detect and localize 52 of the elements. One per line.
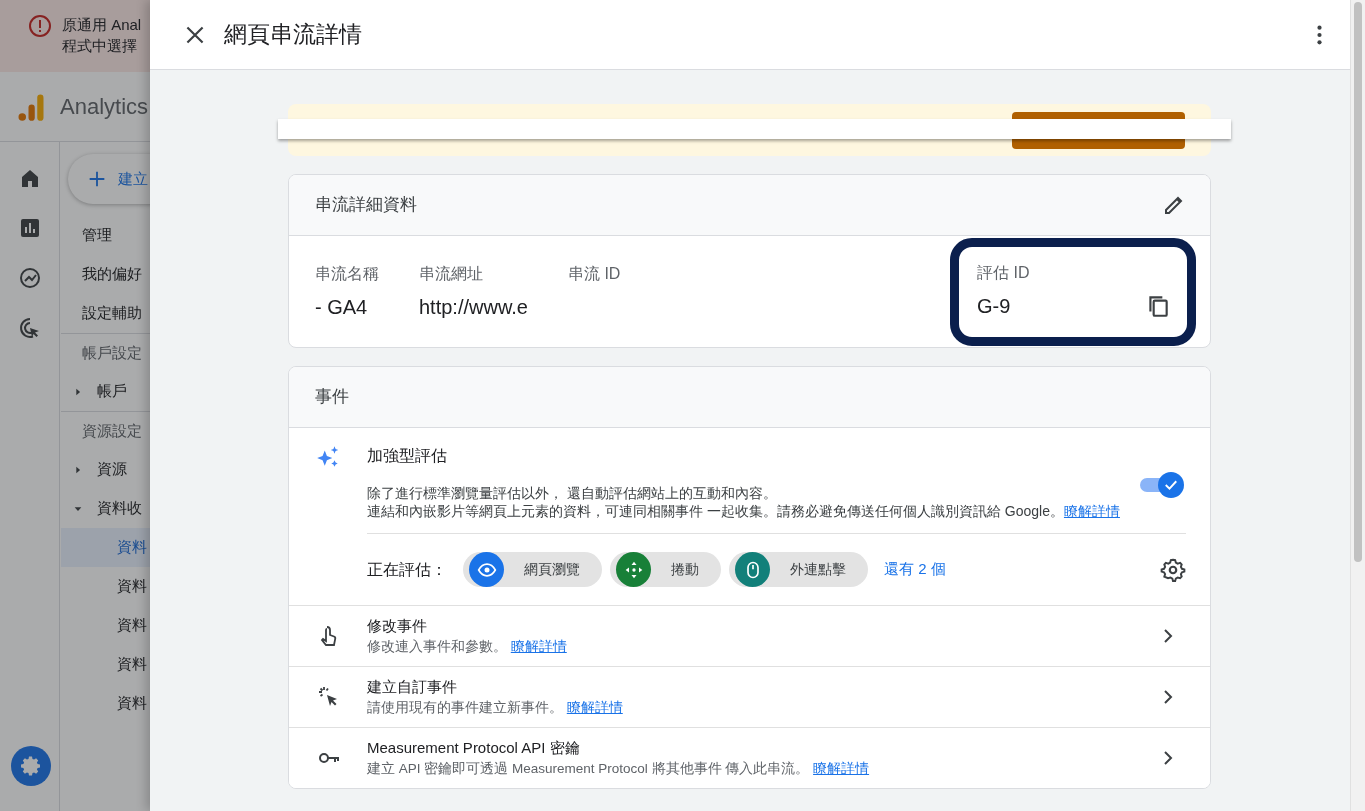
nav-item[interactable]: 資料收 — [97, 497, 142, 520]
learn-more-link[interactable]: 瞭解詳情 — [813, 761, 870, 777]
card-title: 串流詳細資料 — [315, 194, 418, 217]
measurement-chip[interactable]: 網頁瀏覽 — [463, 552, 602, 587]
measuring-label: 正在評估： — [367, 559, 447, 580]
row-description: 建立 API 密鑰即可透過 Measurement Protocol 將其他事件 傳入此串流。 瞭解詳情 — [367, 760, 871, 779]
row-title: 建立自訂事件 — [367, 676, 458, 697]
nav-item[interactable]: 我的偏好 — [82, 263, 142, 286]
nav-item[interactable]: 資料 — [117, 614, 147, 637]
field-value: http://www.e — [419, 294, 528, 320]
field-label: 串流名稱 — [315, 263, 379, 284]
nav-item[interactable]: 管理 — [82, 224, 112, 247]
field-value: - GA4 — [315, 294, 368, 320]
nav-item[interactable]: 設定輔助 — [82, 302, 142, 325]
card-title: 事件 — [315, 386, 349, 409]
nav-item[interactable]: 資料 — [117, 653, 147, 676]
toggle-switch[interactable] — [1140, 472, 1184, 498]
learn-more-link[interactable]: 瞭解詳情 — [1063, 503, 1120, 519]
error-icon — [28, 14, 52, 38]
more-icon — [1317, 25, 1322, 46]
alert-text: 原通用 Anal 程式中選擇 — [62, 15, 142, 56]
row-description: 請使用現有的事件建立新事件。 瞭解詳情 — [367, 699, 624, 718]
measurement-chip[interactable]: 捲動 — [610, 552, 721, 587]
field-label: 串流網址 — [419, 263, 484, 284]
learn-more-link[interactable]: 瞭解詳情 — [510, 639, 567, 655]
measurement-chip[interactable]: 外連點擊 — [729, 552, 868, 587]
row-title: 修改事件 — [367, 615, 428, 636]
section-title: 加強型評估 — [367, 446, 448, 466]
row-title: Measurement Protocol API 密鑰 — [367, 737, 581, 758]
settings-button[interactable] — [1160, 556, 1186, 583]
section-label: 資源設定 — [82, 420, 142, 441]
section-label: 帳戶設定 — [82, 342, 142, 363]
move-arrows-icon — [623, 559, 644, 580]
row-description: 修改連入事件和參數。 瞭解詳情 — [367, 638, 568, 657]
more-link[interactable]: 還有 2 個 — [884, 558, 946, 581]
nav-item[interactable]: 資源 — [97, 458, 127, 481]
learn-more-link[interactable]: 瞭解詳情 — [566, 700, 623, 716]
trend-icon[interactable] — [17, 266, 42, 290]
panel-title: 網頁串流詳情 — [224, 20, 363, 49]
settings-icon — [19, 754, 43, 778]
sparkle-icon — [315, 444, 341, 470]
field-value: G-9 — [977, 293, 1011, 319]
settings-icon — [1160, 556, 1186, 583]
product-name: Analytics — [60, 93, 149, 121]
field-label: 評估 ID — [977, 262, 1031, 283]
nav-item[interactable]: 帳戶 — [97, 380, 127, 403]
field-label: 串流 ID — [567, 263, 621, 284]
event-row[interactable]: Measurement Protocol API 密鑰 建立 API 密鑰即可透過 Measurement Protocol 將其他事件 傳入此串流。 瞭解詳情 — [289, 727, 1210, 788]
nav-item[interactable]: 資料 — [117, 692, 147, 715]
description: 除了進行標準瀏覽量評估以外， 還自動評估網站上的互動和內容。 連結和內嵌影片等網頁上元素的資料，可連同相關事件 一起收集。請務必避免傳送任何個人識別資訊給 Google。瞭解詳情 — [367, 484, 1121, 520]
scrollbar[interactable] — [1350, 0, 1365, 811]
nav-item[interactable]: 資料 — [117, 575, 147, 598]
